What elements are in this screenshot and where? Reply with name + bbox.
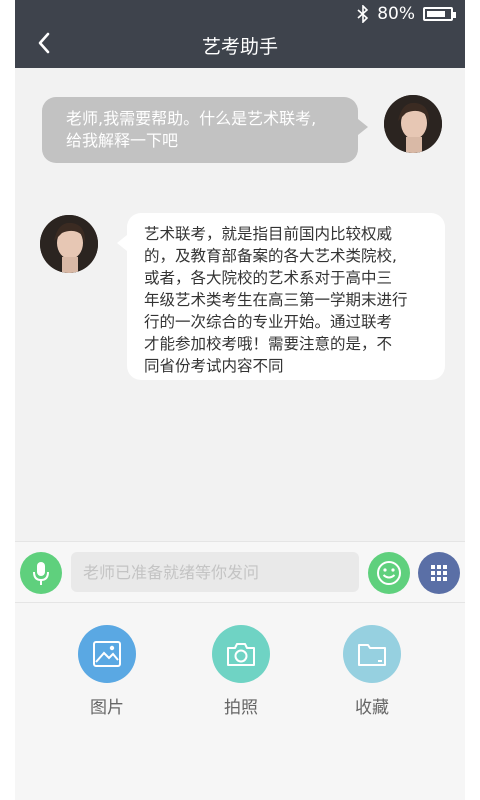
message-line: 给我解释一下吧 [66,131,179,150]
app-screen: 80% 艺考助手 老师,我需要帮助。什么是艺术联考, 给我解释一下吧 艺术联考，… [15,0,465,800]
folder-icon [358,644,386,666]
microphone-icon [33,562,49,585]
camera-icon [227,643,255,666]
tool-photo[interactable]: 图片 [67,625,147,718]
message-line: 或者，各大院校的艺术系对于高中三 [144,269,393,287]
teacher-avatar[interactable] [40,215,98,273]
battery-icon [423,7,456,21]
message-line: 的，及教育部备案的各大艺术类院校, [144,247,397,265]
assistant-message-bubble: 艺术联考，就是指目前国内比较权威 的，及教育部备案的各大艺术类院校, 或者，各大… [117,213,445,380]
input-bar [15,541,465,603]
tool-label: 收藏 [355,698,389,718]
message-line: 艺术联考，就是指目前国内比较权威 [144,225,393,243]
tool-camera[interactable]: 拍照 [201,625,281,718]
status-bar: 80% [357,2,456,26]
smiley-icon [377,561,401,585]
message-line: 老师,我需要帮助。什么是艺术联考, [66,109,317,128]
bluetooth-icon [357,5,369,23]
header-bar: 80% 艺考助手 [15,0,465,68]
page-title: 艺考助手 [201,36,278,58]
more-options-button[interactable] [418,552,460,594]
attachment-panel: 图片 拍照 收藏 [15,603,465,800]
tool-camera-circle[interactable] [212,625,270,683]
image-icon [93,641,121,667]
grid-icon [431,565,447,581]
message-line: 才能参加校考哦！需要注意的是，不 [144,335,393,353]
tool-photo-circle[interactable] [78,625,136,683]
tool-favorites[interactable]: 收藏 [332,625,412,718]
user-message-bubble: 老师,我需要帮助。什么是艺术联考, 给我解释一下吧 [42,97,368,163]
tool-favorites-circle[interactable] [343,625,401,683]
emoji-button[interactable] [368,552,410,594]
tool-label: 拍照 [224,698,258,718]
microphone-button[interactable] [20,552,62,594]
battery-fill [427,11,445,17]
user-avatar[interactable] [384,95,442,153]
tool-label: 图片 [90,698,124,718]
message-line: 年级艺术类考生在高三第一学期末进行 [144,291,408,309]
message-line: 同省份考试内容不同 [144,357,284,375]
battery-text: 80% [377,4,415,24]
message-input[interactable] [71,552,359,592]
message-line: 行的一次综合的专业开始。通过联考 [144,313,393,331]
